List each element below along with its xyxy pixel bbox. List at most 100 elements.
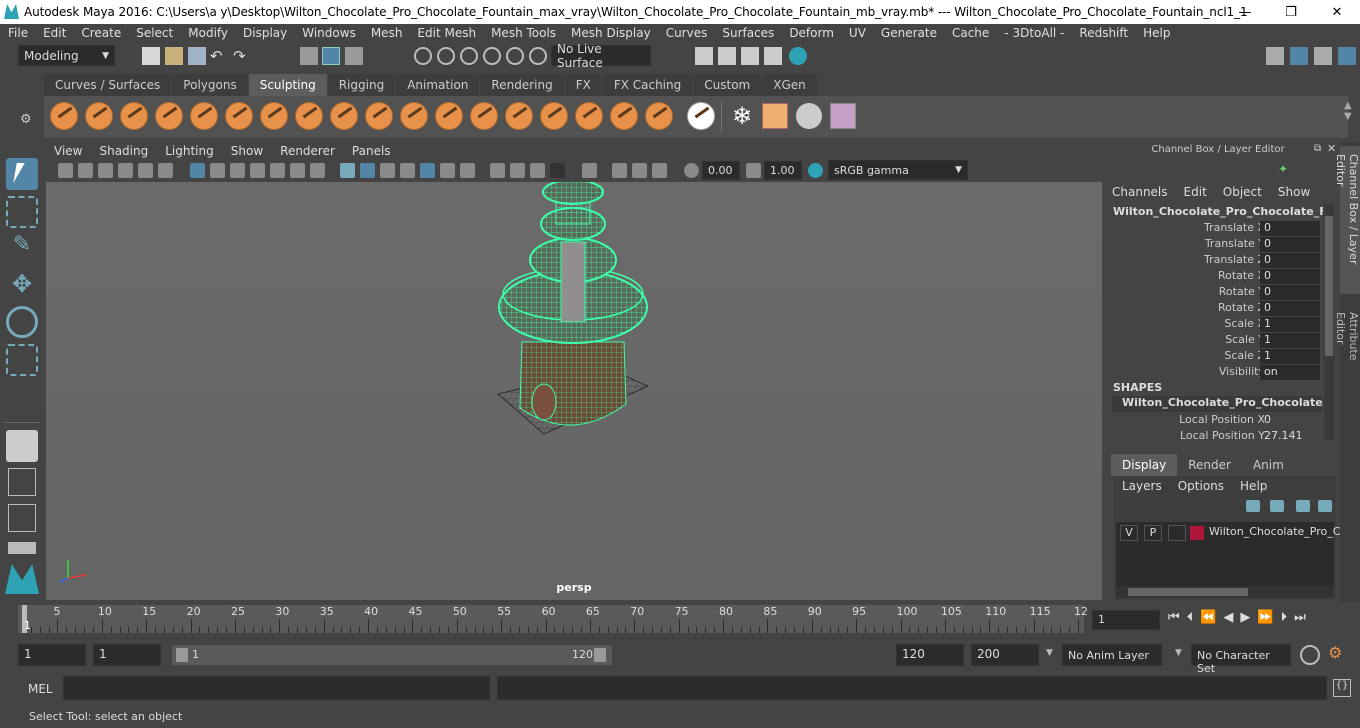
- ambient-occlusion-icon[interactable]: [490, 163, 505, 178]
- bulge-brush-icon[interactable]: [575, 102, 603, 130]
- snowflake-icon[interactable]: ❄: [728, 102, 756, 130]
- channel-value[interactable]: 0: [1260, 413, 1320, 428]
- use-all-lights-icon[interactable]: [440, 163, 455, 178]
- mesh-shape-icon[interactable]: [796, 103, 822, 129]
- channel-value[interactable]: 1: [1260, 333, 1320, 348]
- animation-start-field[interactable]: 1: [18, 644, 86, 666]
- color-space-dropdown[interactable]: sRGB gamma ▼: [828, 160, 968, 180]
- channel-rotate-x[interactable]: Rotate X0: [1108, 269, 1323, 285]
- channel-value[interactable]: 27.141: [1260, 429, 1320, 444]
- smooth-shade-icon[interactable]: [360, 163, 375, 178]
- channel-box-scrollbar[interactable]: [1324, 204, 1334, 440]
- move-layer-up-icon[interactable]: [1246, 500, 1260, 512]
- go-to-start-icon[interactable]: ⏮: [1168, 610, 1180, 630]
- viewport-menu-shading[interactable]: Shading: [91, 144, 157, 158]
- channel-local-position-y[interactable]: Local Position Y 27.141: [1108, 429, 1323, 445]
- snap-point-icon[interactable]: [460, 47, 478, 65]
- playback-end-field[interactable]: 120: [896, 644, 964, 666]
- channel-visibility[interactable]: Visibility on: [1108, 365, 1323, 381]
- paint-select-tool-icon[interactable]: ✎: [6, 232, 38, 264]
- sculpt-layers-icon[interactable]: [762, 103, 788, 129]
- menu-uv[interactable]: UV: [841, 26, 873, 40]
- xray-components-icon[interactable]: [652, 163, 667, 178]
- resolution-gate-icon[interactable]: [230, 163, 245, 178]
- four-view-layout-icon[interactable]: [8, 468, 36, 496]
- fill-brush-icon[interactable]: [470, 102, 498, 130]
- menu-curves[interactable]: Curves: [658, 26, 715, 40]
- shadows-icon[interactable]: [460, 163, 475, 178]
- workspace-icon[interactable]: [1266, 47, 1284, 65]
- menu-modify[interactable]: Modify: [180, 26, 235, 40]
- imprint-brush-icon[interactable]: [365, 102, 393, 130]
- viewport-menu-view[interactable]: View: [46, 144, 91, 158]
- gate-mask-icon[interactable]: [250, 163, 265, 178]
- select-tool-icon[interactable]: [6, 158, 38, 190]
- range-bar[interactable]: 1 120: [172, 645, 612, 665]
- redo-icon[interactable]: ↷: [233, 47, 251, 65]
- channel-value[interactable]: 1: [1260, 349, 1320, 364]
- character-set-dropdown[interactable]: No Character Set: [1191, 644, 1291, 675]
- float-panel-icon[interactable]: ⧉: [1314, 143, 1321, 154]
- render-settings-icon[interactable]: [695, 47, 713, 65]
- cb-menu-edit[interactable]: Edit: [1184, 185, 1207, 199]
- isolate-select-icon[interactable]: [582, 163, 597, 178]
- new-layer-selected-icon[interactable]: [1318, 500, 1332, 512]
- motion-blur-icon[interactable]: [510, 163, 525, 178]
- shelf-tab-animation[interactable]: Animation: [396, 74, 480, 96]
- channel-value[interactable]: 0: [1260, 285, 1320, 300]
- select-object-icon[interactable]: [322, 47, 340, 65]
- undo-icon[interactable]: ↶: [210, 47, 228, 65]
- spray-brush-icon[interactable]: [295, 102, 323, 130]
- layer-playback-toggle[interactable]: P: [1144, 525, 1162, 541]
- step-forward-frame-icon[interactable]: ⏵: [1281, 610, 1288, 630]
- grid-icon[interactable]: [190, 163, 205, 178]
- single-view-layout-icon[interactable]: [6, 430, 38, 462]
- chevron-down-icon[interactable]: ▼: [1046, 648, 1053, 658]
- menu-create[interactable]: Create: [73, 26, 128, 40]
- render-view-icon[interactable]: [764, 47, 782, 65]
- scrollbar-thumb[interactable]: [1325, 216, 1333, 356]
- 2d-pan-zoom-icon[interactable]: [138, 163, 153, 178]
- live-surface-field[interactable]: No Live Surface: [551, 42, 651, 70]
- smear-brush-icon[interactable]: [540, 102, 568, 130]
- safe-title-icon[interactable]: [310, 163, 325, 178]
- shelf-tab-curves-surfaces[interactable]: Curves / Surfaces: [44, 74, 172, 96]
- shelf-tab-sculpting[interactable]: Sculpting: [248, 74, 327, 96]
- safe-action-icon[interactable]: [290, 163, 305, 178]
- shelf-tab-rigging[interactable]: Rigging: [327, 74, 396, 96]
- layer-menu-layers[interactable]: Layers: [1122, 479, 1162, 493]
- viewport-persp[interactable]: persp: [46, 182, 1102, 600]
- wireframe-icon[interactable]: [340, 163, 355, 178]
- exposure-field[interactable]: 0.00: [702, 161, 740, 180]
- tab-render[interactable]: Render: [1177, 454, 1242, 476]
- save-scene-icon[interactable]: [188, 47, 206, 65]
- relax-brush-icon[interactable]: [120, 102, 148, 130]
- snap-surface-icon[interactable]: [506, 47, 524, 65]
- move-tool-icon[interactable]: ✥: [6, 270, 38, 302]
- step-back-frame-icon[interactable]: ⏴: [1187, 610, 1194, 630]
- field-chart-icon[interactable]: [270, 163, 285, 178]
- menu-edit[interactable]: Edit: [35, 26, 73, 40]
- scrollbar-thumb[interactable]: [1128, 588, 1248, 596]
- menu-mesh-tools[interactable]: Mesh Tools: [483, 26, 563, 40]
- default-material-icon[interactable]: [400, 163, 415, 178]
- object-name[interactable]: Wilton_Chocolate_Pro_Chocolate_Fou...: [1113, 205, 1323, 218]
- range-end-handle[interactable]: [594, 648, 606, 662]
- shelf-tab-fx[interactable]: FX: [564, 74, 602, 96]
- playback-start-field[interactable]: 1: [93, 644, 161, 666]
- channel-rotate-y[interactable]: Rotate Y0: [1108, 285, 1323, 301]
- select-hierarchy-icon[interactable]: [300, 47, 318, 65]
- gear-icon[interactable]: ⚙: [20, 112, 32, 127]
- render-frame-icon[interactable]: [718, 47, 736, 65]
- new-layer-icon[interactable]: [1296, 500, 1310, 512]
- outliner-layout-icon[interactable]: [8, 542, 36, 554]
- menu-deform[interactable]: Deform: [781, 26, 841, 40]
- viewport-menu-renderer[interactable]: Renderer: [272, 144, 344, 158]
- snap-grid-icon[interactable]: [414, 47, 432, 65]
- channel-value[interactable]: 0: [1260, 301, 1320, 316]
- snap-curve-icon[interactable]: [437, 47, 455, 65]
- channel-scale-x[interactable]: Scale X1: [1108, 317, 1323, 333]
- textured-icon[interactable]: [420, 163, 435, 178]
- channel-rotate-z[interactable]: Rotate Z0: [1108, 301, 1323, 317]
- tab-attribute-editor[interactable]: Attribute Editor: [1334, 306, 1360, 396]
